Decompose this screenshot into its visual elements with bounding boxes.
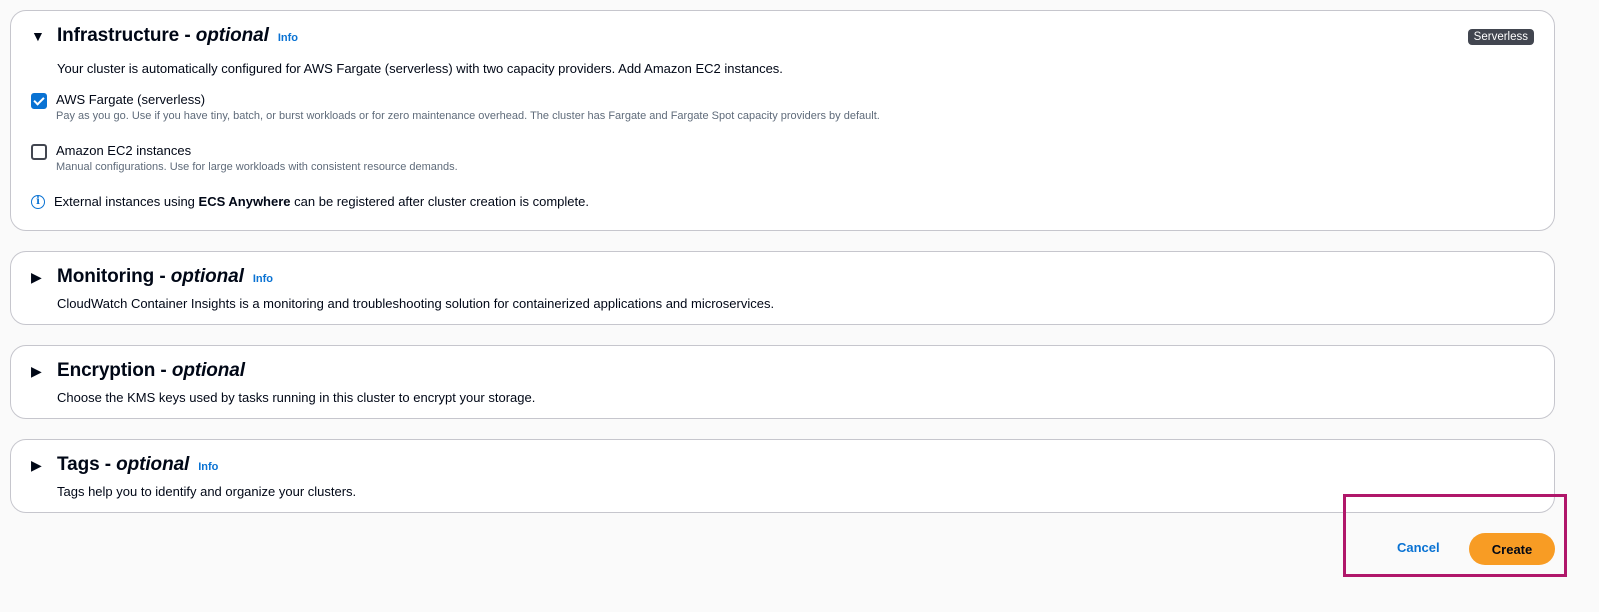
ec2-label: Amazon EC2 instances <box>56 143 192 158</box>
ec2-checkbox[interactable] <box>31 144 47 160</box>
info-circle-icon: i <box>31 194 45 209</box>
serverless-badge: Serverless <box>1467 29 1534 45</box>
caret-down-icon[interactable]: ▼ <box>31 29 57 43</box>
caret-right-icon[interactable]: ▶ <box>31 458 57 472</box>
encryption-title: Encryption - optional <box>57 360 245 381</box>
infrastructure-panel: ▼ Infrastructure - optional Info Serverl… <box>10 10 1555 231</box>
encryption-panel: ▶ Encryption - optional Choose the KMS k… <box>10 345 1555 419</box>
monitoring-panel: ▶ Monitoring - optional Info CloudWatch … <box>10 251 1555 325</box>
caret-right-icon[interactable]: ▶ <box>31 270 57 284</box>
monitoring-description: CloudWatch Container Insights is a monit… <box>57 296 775 311</box>
fargate-description: Pay as you go. Use if you have tiny, bat… <box>56 110 880 122</box>
tags-description: Tags help you to identify and organize y… <box>57 484 357 499</box>
tags-header[interactable]: ▶ Tags - optional Info <box>31 454 218 476</box>
tags-info-link[interactable]: Info <box>198 461 218 473</box>
fargate-checkbox[interactable] <box>31 93 47 109</box>
encryption-header[interactable]: ▶ Encryption - optional <box>31 360 245 382</box>
caret-right-icon[interactable]: ▶ <box>31 364 57 378</box>
monitoring-info-link[interactable]: Info <box>253 273 273 285</box>
ecs-anywhere-note: i External instances using ECS Anywhere … <box>31 194 589 209</box>
monitoring-title: Monitoring - optional <box>57 266 244 287</box>
infrastructure-header[interactable]: ▼ Infrastructure - optional Info <box>31 25 298 47</box>
tags-title: Tags - optional <box>57 454 190 475</box>
create-button[interactable]: Create <box>1469 533 1555 565</box>
infrastructure-description: Your cluster is automatically configured… <box>57 61 783 76</box>
ecs-anywhere-text: ECS Anywhere <box>198 194 291 209</box>
ec2-option[interactable]: Amazon EC2 instances Manual configuratio… <box>31 143 458 173</box>
ec2-description: Manual configurations. Use for large wor… <box>56 161 458 173</box>
tags-panel: ▶ Tags - optional Info Tags help you to … <box>10 439 1555 513</box>
infrastructure-info-link[interactable]: Info <box>278 32 298 44</box>
fargate-label: AWS Fargate (serverless) <box>56 92 206 107</box>
fargate-option[interactable]: AWS Fargate (serverless) Pay as you go. … <box>31 92 880 122</box>
monitoring-header[interactable]: ▶ Monitoring - optional Info <box>31 266 273 288</box>
encryption-description: Choose the KMS keys used by tasks runnin… <box>57 390 536 405</box>
cancel-button[interactable]: Cancel <box>1397 540 1440 555</box>
infrastructure-title: Infrastructure - optional <box>57 25 269 46</box>
